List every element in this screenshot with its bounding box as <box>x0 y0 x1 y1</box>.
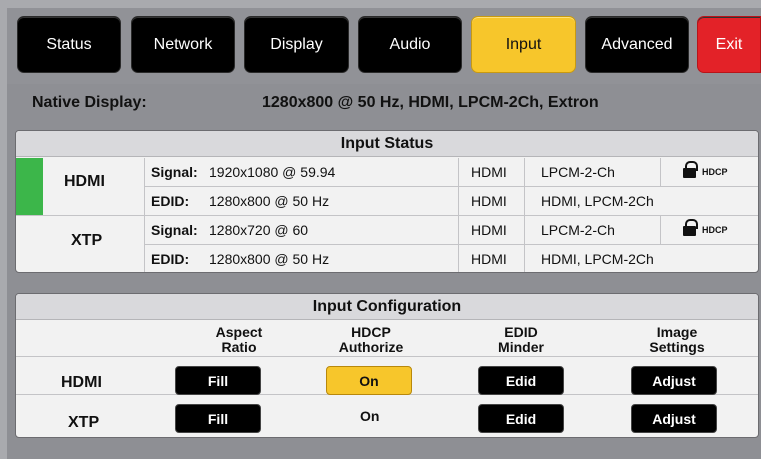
input-status-panel: Input Status HDMI Signal: 1920x1080 @ 59… <box>15 130 759 273</box>
tab-advanced[interactable]: Advanced <box>585 16 689 73</box>
xtp-edid-audio: HDMI, LPCM-2Ch <box>541 251 654 267</box>
xtp-signal-type: HDMI <box>471 222 507 238</box>
edid-label: EDID: <box>151 193 190 209</box>
col-hdcp-authorize: HDCP Authorize <box>338 324 404 355</box>
hdmi-signal-value: 1920x1080 @ 59.94 <box>209 164 336 180</box>
tab-display[interactable]: Display <box>244 16 349 73</box>
hdcp-label: HDCP <box>702 167 728 177</box>
signal-label: Signal: <box>151 164 198 180</box>
config-input-hdmi: HDMI <box>61 374 102 391</box>
lock-icon <box>683 161 698 178</box>
xtp-edid-type: HDMI <box>471 251 507 267</box>
hdmi-signal-audio: LPCM-2-Ch <box>541 164 615 180</box>
input-config-panel: Input Configuration Aspect Ratio HDCP Auth… <box>15 293 759 438</box>
input-config-title: Input Configuration <box>16 294 758 320</box>
hdmi-edid-value: 1280x800 @ 50 Hz <box>209 193 330 209</box>
status-input-hdmi: HDMI <box>64 173 105 190</box>
status-input-xtp: XTP <box>71 232 103 249</box>
tab-audio[interactable]: Audio <box>358 16 462 73</box>
input-status-title: Input Status <box>16 131 758 157</box>
hdcp-label: HDCP <box>702 225 728 235</box>
signal-label: Signal: <box>151 222 198 238</box>
xtp-hdcp-status: HDCP <box>683 219 728 236</box>
tab-input[interactable]: Input <box>471 16 576 73</box>
lock-icon <box>683 219 698 236</box>
xtp-signal-value: 1280x720 @ 60 <box>209 222 309 238</box>
xtp-edid-button[interactable]: Edid <box>478 404 564 433</box>
col-edid-minder: EDID Minder <box>498 324 544 355</box>
config-input-xtp: XTP <box>68 414 100 431</box>
native-display-bar: Native Display: 1280x800 @ 50 Hz, HDMI, … <box>7 84 761 120</box>
xtp-aspect-button[interactable]: Fill <box>175 404 261 433</box>
hdmi-signal-type: HDMI <box>471 164 507 180</box>
col-image-settings: Image Settings <box>649 324 705 355</box>
tab-network[interactable]: Network <box>131 16 235 73</box>
hdmi-image-adjust-button[interactable]: Adjust <box>631 366 717 395</box>
hdmi-edid-button[interactable]: Edid <box>478 366 564 395</box>
xtp-signal-audio: LPCM-2-Ch <box>541 222 615 238</box>
hdmi-edid-type: HDMI <box>471 193 507 209</box>
xtp-edid-value: 1280x800 @ 50 Hz <box>209 251 330 267</box>
hdmi-hdcp-status: HDCP <box>683 161 728 178</box>
native-display-value: 1280x800 @ 50 Hz, HDMI, LPCM-2Ch, Extron <box>262 94 599 111</box>
xtp-image-adjust-button[interactable]: Adjust <box>631 404 717 433</box>
hdmi-hdcp-toggle[interactable]: On <box>326 366 412 395</box>
tab-status[interactable]: Status <box>17 16 121 73</box>
edid-label: EDID: <box>151 251 190 267</box>
hdmi-edid-audio: HDMI, LPCM-2Ch <box>541 193 654 209</box>
native-display-label: Native Display: <box>32 94 147 111</box>
xtp-hdcp-value[interactable]: On <box>360 408 379 424</box>
exit-button[interactable]: Exit <box>697 16 761 73</box>
col-aspect-ratio: Aspect Ratio <box>215 324 263 355</box>
active-input-indicator <box>16 158 43 216</box>
tab-bar: Status Network Display Audio Input Advan… <box>7 8 761 84</box>
hdmi-aspect-button[interactable]: Fill <box>175 366 261 395</box>
